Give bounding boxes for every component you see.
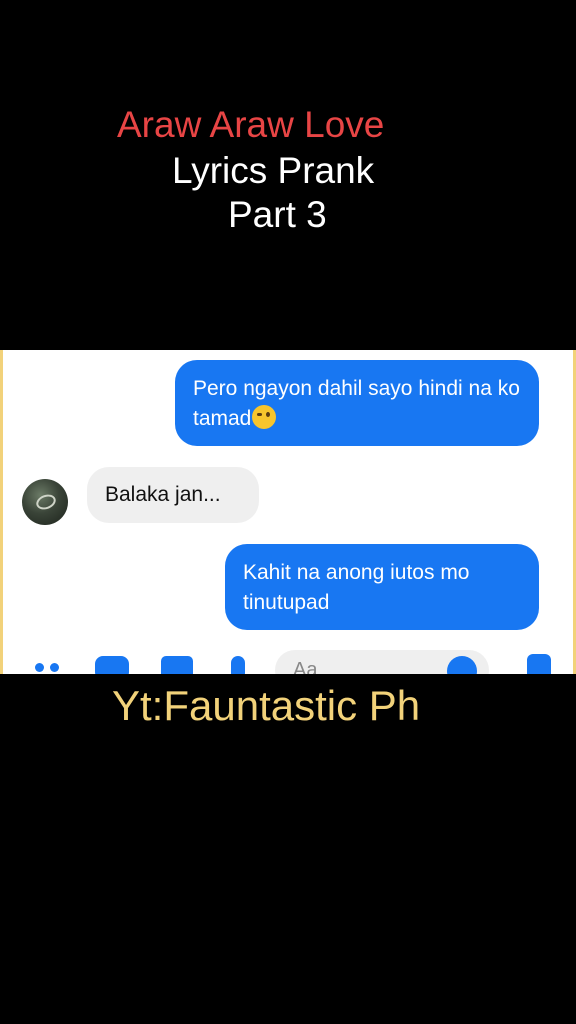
message-sent-2[interactable]: Kahit na anong iutos mo tinutupad	[225, 544, 539, 630]
message-text: Pero ngayon dahil sayo hindi na ko tamad	[193, 377, 520, 430]
credit-text: Yt:Fauntastic Ph	[112, 682, 421, 729]
title-line-3: Part 3	[228, 194, 327, 235]
avatar[interactable]	[22, 479, 68, 525]
menu-dots-icon[interactable]	[35, 659, 65, 674]
message-sent-1[interactable]: Pero ngayon dahil sayo hindi na ko tamad	[175, 360, 539, 446]
message-received-1[interactable]: Balaka jan...	[87, 467, 259, 523]
chat-screenshot: Pero ngayon dahil sayo hindi na ko tamad…	[0, 350, 576, 674]
message-text: Balaka jan...	[105, 483, 221, 506]
title-line-2: Lyrics Prank	[172, 150, 375, 191]
image-icon[interactable]	[161, 656, 193, 674]
camera-icon[interactable]	[95, 656, 129, 674]
message-text: Kahit na anong iutos mo tinutupad	[243, 561, 470, 614]
thumbs-up-icon[interactable]	[527, 654, 551, 674]
mic-icon[interactable]	[231, 656, 245, 674]
winking-face-icon	[252, 405, 277, 429]
message-composer: Aa	[3, 632, 573, 674]
title-line-1: Araw Araw Love	[117, 104, 385, 145]
